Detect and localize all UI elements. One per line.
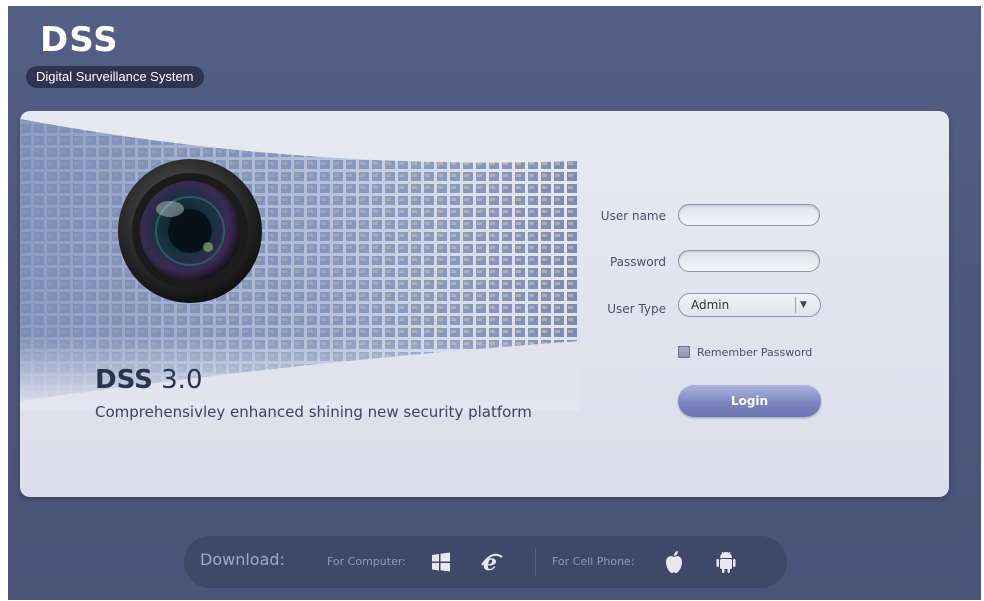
dss-logo: DSS (40, 20, 119, 60)
download-bar: Download: For Computer: e For Cell Phone… (184, 536, 787, 588)
select-divider (795, 297, 796, 313)
download-title: Download: (200, 550, 285, 569)
chevron-down-icon[interactable]: ▼ (800, 298, 807, 312)
remember-password-label: Remember Password (697, 345, 813, 359)
login-panel: DSS 3.0 Comprehensivley enhanced shining… (20, 111, 949, 497)
windows-icon[interactable] (431, 552, 451, 572)
username-field[interactable] (678, 204, 820, 226)
product-version: 3.0 (161, 365, 203, 395)
product-title: DSS 3.0 (95, 365, 203, 395)
product-tagline: Comprehensivley enhanced shining new sec… (95, 403, 532, 421)
remember-password-checkbox[interactable] (678, 346, 690, 358)
login-button[interactable]: Login (678, 385, 821, 417)
for-computer-label: For Computer: (327, 555, 406, 568)
internet-explorer-icon[interactable]: e (480, 550, 504, 574)
username-label: User name (600, 209, 666, 223)
user-type-value: Admin (691, 298, 730, 312)
password-label: Password (609, 255, 666, 269)
user-type-label: User Type (607, 302, 666, 316)
password-field[interactable] (678, 250, 820, 272)
product-name: DSS (95, 365, 153, 395)
android-icon[interactable] (716, 550, 736, 574)
brand-tagline: Digital Surveillance System (26, 66, 204, 88)
download-separator (535, 548, 536, 576)
remember-password-option[interactable]: Remember Password (678, 345, 812, 359)
for-cell-phone-label: For Cell Phone: (552, 555, 635, 568)
login-page: DSS Digital Surveillance System DSS 3.0 … (8, 6, 981, 600)
user-type-select[interactable]: Admin ▼ (678, 293, 821, 317)
apple-icon[interactable] (663, 550, 685, 574)
